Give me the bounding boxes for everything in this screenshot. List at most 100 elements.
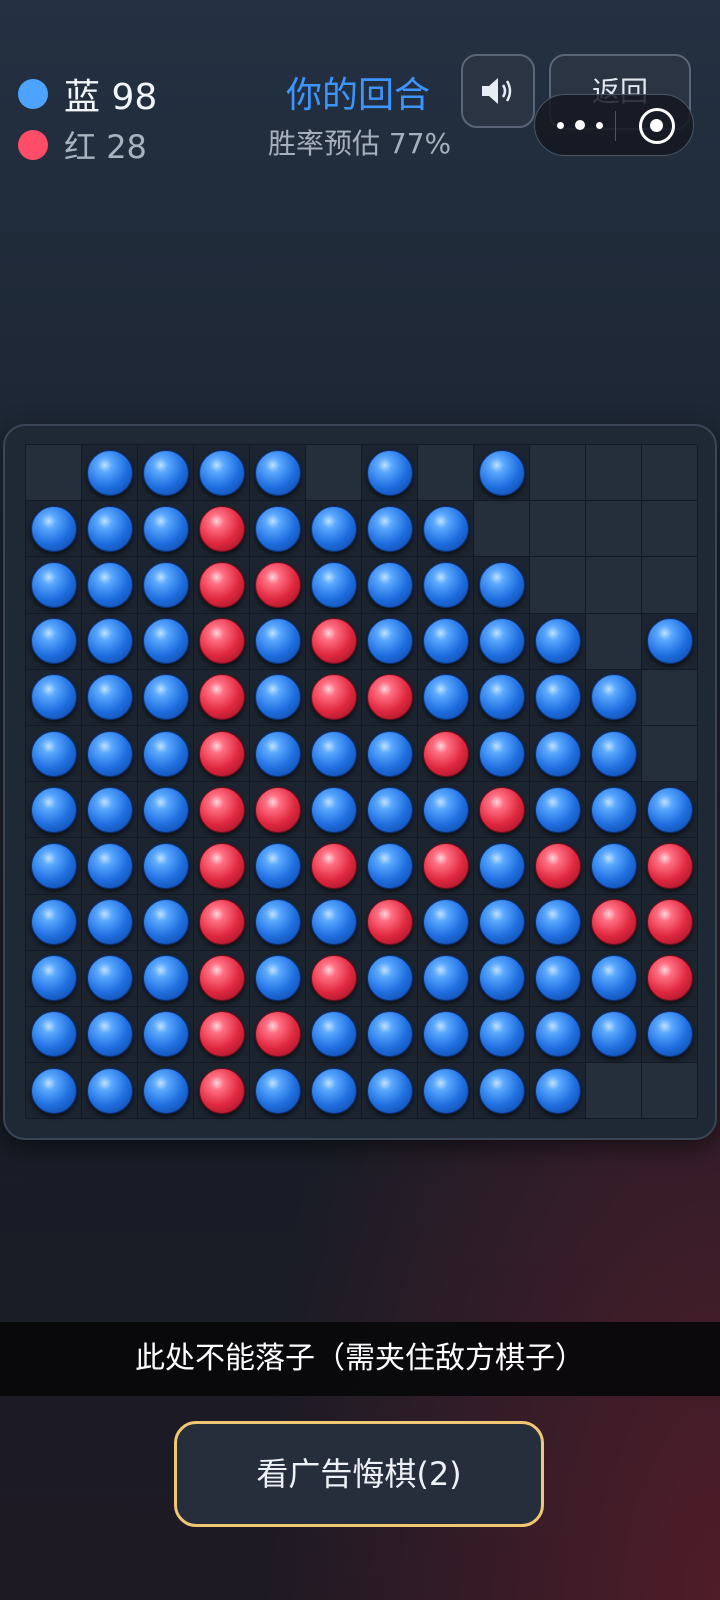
board-cell[interactable]: [586, 669, 642, 726]
board-cell[interactable]: [82, 445, 138, 502]
board-cell[interactable]: [418, 725, 474, 783]
board-cell[interactable]: [642, 725, 698, 783]
board-cell[interactable]: [250, 669, 306, 726]
board-cell[interactable]: [26, 669, 82, 726]
board-cell[interactable]: [418, 838, 474, 895]
target-icon[interactable]: [639, 108, 675, 144]
board-cell[interactable]: [642, 894, 698, 951]
board-cell[interactable]: [530, 950, 586, 1007]
board-cell[interactable]: [250, 1063, 306, 1120]
board-cell[interactable]: [586, 894, 642, 951]
board-cell[interactable]: [418, 1063, 474, 1120]
board-cell[interactable]: [194, 501, 250, 558]
board-cell[interactable]: [194, 445, 250, 502]
board-cell[interactable]: [82, 782, 138, 839]
board-cell[interactable]: [362, 557, 418, 614]
board-cell[interactable]: [362, 445, 418, 502]
board-cell[interactable]: [642, 445, 698, 502]
board-cell[interactable]: [474, 725, 530, 783]
board-cell[interactable]: [26, 725, 82, 783]
board-cell[interactable]: [642, 950, 698, 1007]
board-cell[interactable]: [194, 894, 250, 951]
board-cell[interactable]: [306, 1063, 362, 1120]
board-cell[interactable]: [474, 669, 530, 726]
board-cell[interactable]: [250, 445, 306, 502]
board-cell[interactable]: [642, 1063, 698, 1120]
board-cell[interactable]: [306, 613, 362, 670]
board-cell[interactable]: [530, 838, 586, 895]
board-cell[interactable]: [26, 445, 82, 502]
board-cell[interactable]: [250, 557, 306, 614]
board-cell[interactable]: [194, 1006, 250, 1064]
more-dots-icon[interactable]: [557, 115, 603, 135]
board-cell[interactable]: [642, 501, 698, 558]
board-cell[interactable]: [250, 894, 306, 951]
board-cell[interactable]: [306, 445, 362, 502]
board-cell[interactable]: [418, 501, 474, 558]
board-cell[interactable]: [138, 669, 194, 726]
board-cell[interactable]: [138, 782, 194, 839]
board-cell[interactable]: [250, 501, 306, 558]
board-cell[interactable]: [586, 725, 642, 783]
board-cell[interactable]: [26, 501, 82, 558]
sound-button[interactable]: [461, 54, 535, 128]
board-cell[interactable]: [530, 1006, 586, 1064]
board-cell[interactable]: [586, 1063, 642, 1120]
board-cell[interactable]: [250, 838, 306, 895]
board-cell[interactable]: [362, 894, 418, 951]
board-cell[interactable]: [530, 1063, 586, 1120]
board-cell[interactable]: [474, 894, 530, 951]
board-cell[interactable]: [194, 838, 250, 895]
board-cell[interactable]: [82, 669, 138, 726]
board-cell[interactable]: [586, 501, 642, 558]
board-cell[interactable]: [306, 838, 362, 895]
board-cell[interactable]: [642, 613, 698, 670]
board-cell[interactable]: [474, 1063, 530, 1120]
board-cell[interactable]: [530, 894, 586, 951]
board-cell[interactable]: [26, 894, 82, 951]
board-cell[interactable]: [26, 838, 82, 895]
board-cell[interactable]: [362, 669, 418, 726]
board-cell[interactable]: [362, 613, 418, 670]
board-cell[interactable]: [26, 950, 82, 1007]
board-cell[interactable]: [474, 501, 530, 558]
board-cell[interactable]: [586, 1006, 642, 1064]
board-cell[interactable]: [474, 445, 530, 502]
board-cell[interactable]: [362, 725, 418, 783]
board-cell[interactable]: [26, 1063, 82, 1120]
board-cell[interactable]: [138, 613, 194, 670]
board-cell[interactable]: [362, 1063, 418, 1120]
board-cell[interactable]: [306, 725, 362, 783]
board-cell[interactable]: [362, 1006, 418, 1064]
board-cell[interactable]: [642, 838, 698, 895]
board-cell[interactable]: [418, 445, 474, 502]
board-cell[interactable]: [306, 950, 362, 1007]
board-cell[interactable]: [474, 613, 530, 670]
board-cell[interactable]: [194, 669, 250, 726]
board-cell[interactable]: [138, 950, 194, 1007]
board-cell[interactable]: [418, 894, 474, 951]
board-cell[interactable]: [306, 894, 362, 951]
board-cell[interactable]: [194, 725, 250, 783]
board-cell[interactable]: [194, 1063, 250, 1120]
board-cell[interactable]: [474, 782, 530, 839]
board-cell[interactable]: [250, 725, 306, 783]
board-cell[interactable]: [26, 613, 82, 670]
board-cell[interactable]: [586, 613, 642, 670]
board-cell[interactable]: [138, 894, 194, 951]
board-cell[interactable]: [306, 669, 362, 726]
board-cell[interactable]: [82, 950, 138, 1007]
board-cell[interactable]: [82, 725, 138, 783]
board-cell[interactable]: [82, 557, 138, 614]
board-cell[interactable]: [82, 1006, 138, 1064]
board-cell[interactable]: [250, 1006, 306, 1064]
board-cell[interactable]: [306, 557, 362, 614]
board-cell[interactable]: [194, 950, 250, 1007]
board-cell[interactable]: [586, 782, 642, 839]
board-cell[interactable]: [474, 1006, 530, 1064]
board-cell[interactable]: [138, 838, 194, 895]
board-cell[interactable]: [474, 950, 530, 1007]
board-cell[interactable]: [530, 445, 586, 502]
board-cell[interactable]: [474, 838, 530, 895]
board-cell[interactable]: [82, 613, 138, 670]
